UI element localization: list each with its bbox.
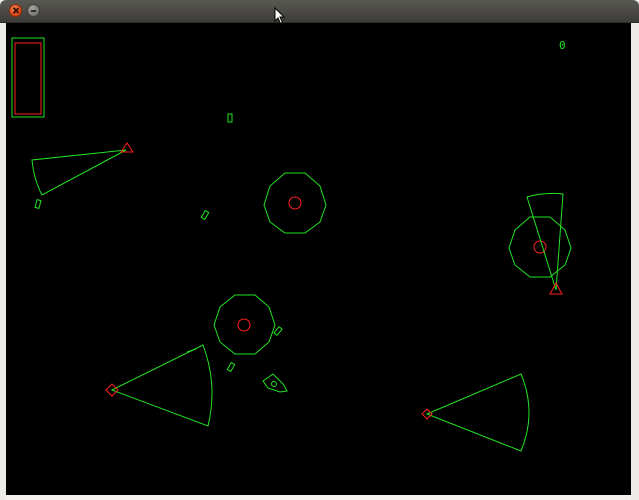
space-background [6,23,631,495]
game-window: 0 [0,0,639,500]
mouse-cursor-icon [274,7,286,25]
title-bar[interactable] [0,0,639,23]
score-readout: 0 [559,39,566,52]
minimize-button[interactable] [27,4,40,17]
game-canvas[interactable]: 0 [6,23,631,495]
close-button[interactable] [9,4,22,17]
